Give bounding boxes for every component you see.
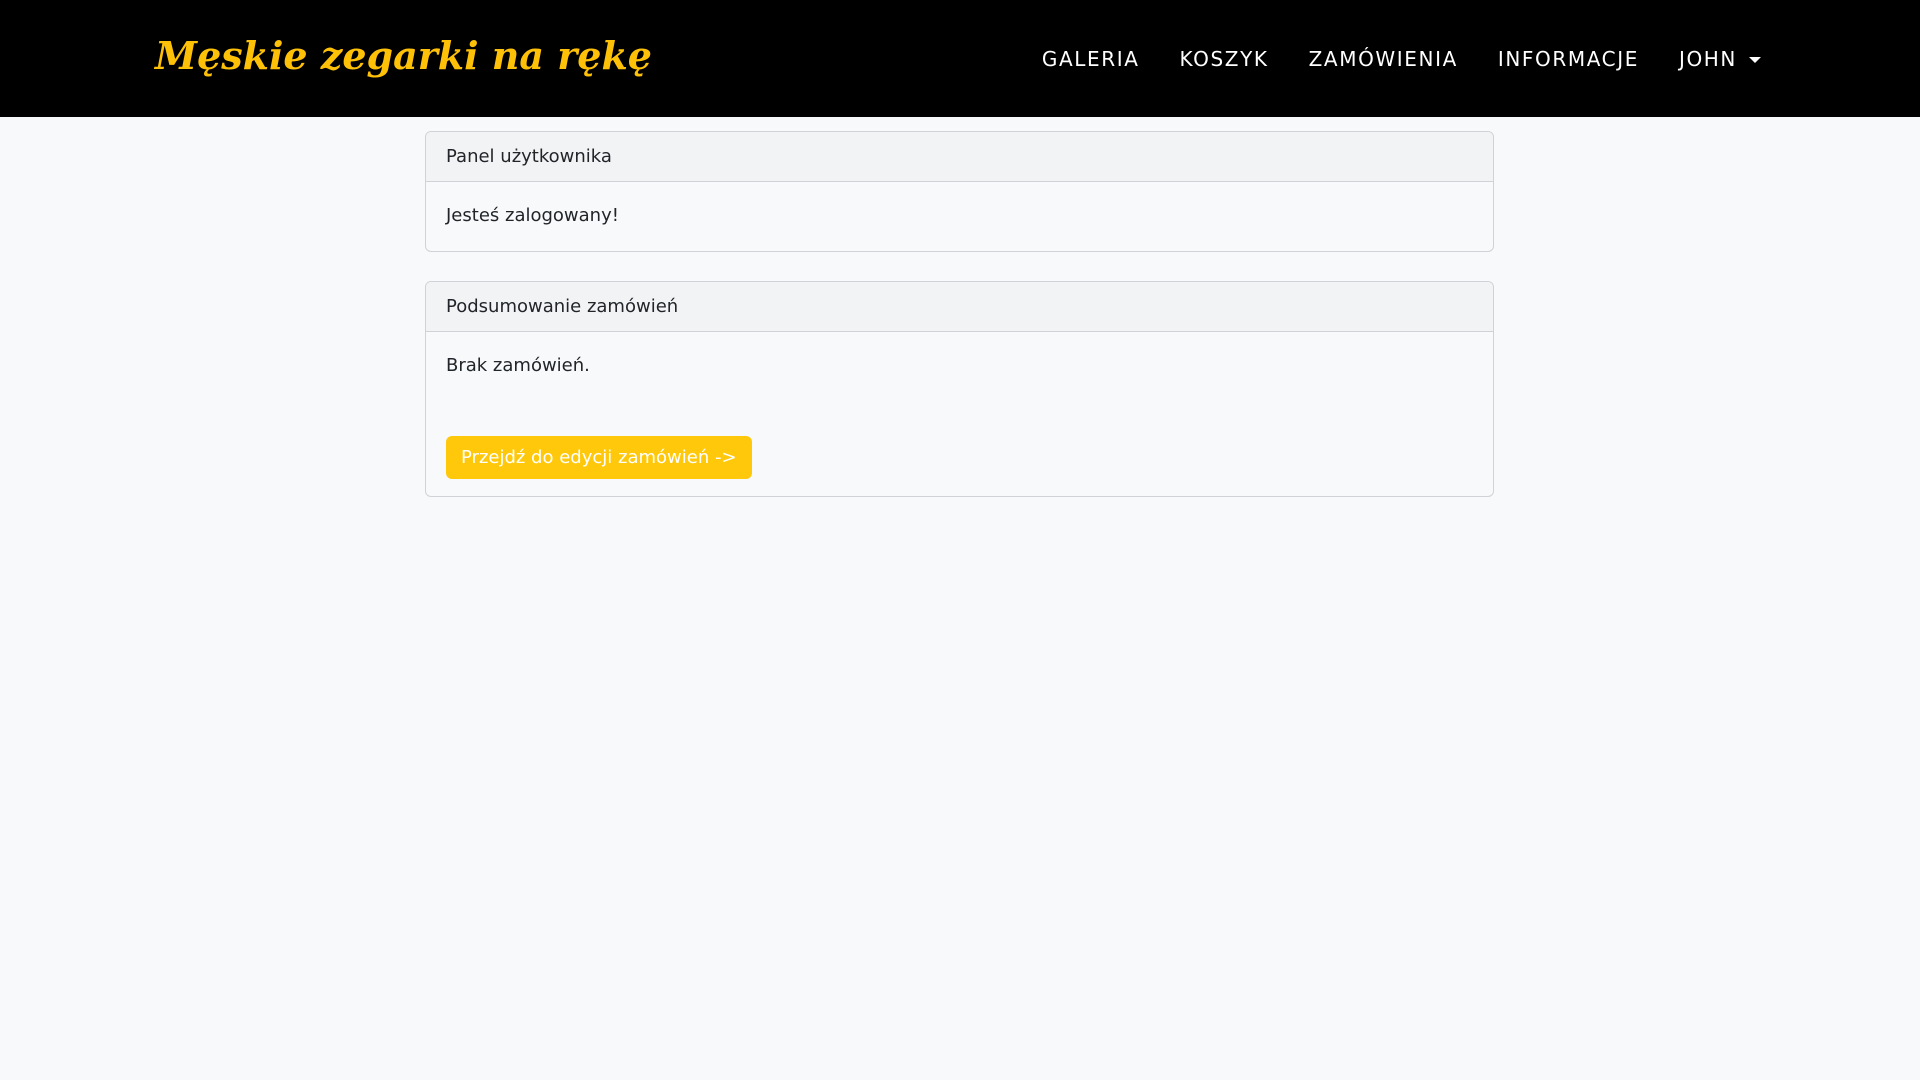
nav-link-zamowienia[interactable]: ZAMÓWIENIA [1309, 47, 1458, 71]
user-panel-card: Panel użytkownika Jesteś zalogowany! [425, 131, 1494, 252]
user-panel-header: Panel użytkownika [426, 132, 1493, 182]
top-navbar: Męskie zegarki na rękę GALERIA KOSZYK ZA… [0, 0, 1920, 117]
user-panel-body: Jesteś zalogowany! [426, 182, 1493, 250]
nav-link-informacje[interactable]: INFORMACJE [1498, 47, 1639, 71]
no-orders-message: Brak zamówień. [446, 355, 590, 376]
caret-down-icon [1749, 56, 1761, 63]
nav-link-galeria[interactable]: GALERIA [1042, 47, 1140, 71]
nav-links: GALERIA KOSZYK ZAMÓWIENIA INFORMACJE JOH… [1042, 0, 1761, 117]
orders-summary-header: Podsumowanie zamówień [426, 282, 1493, 332]
user-dropdown-toggle[interactable]: JOHN [1679, 47, 1761, 71]
brand-logo-link[interactable]: Męskie zegarki na rękę [155, 30, 652, 82]
orders-summary-body: Brak zamówień. Przejdź do edycji zamówie… [426, 332, 1493, 496]
orders-summary-card: Podsumowanie zamówień Brak zamówień. Prz… [425, 281, 1494, 497]
nav-link-koszyk[interactable]: KOSZYK [1180, 47, 1269, 71]
logged-in-message: Jesteś zalogowany! [446, 205, 619, 226]
user-dropdown-label: JOHN [1678, 46, 1737, 71]
edit-orders-button[interactable]: Przejdź do edycji zamówień -> [446, 436, 752, 479]
